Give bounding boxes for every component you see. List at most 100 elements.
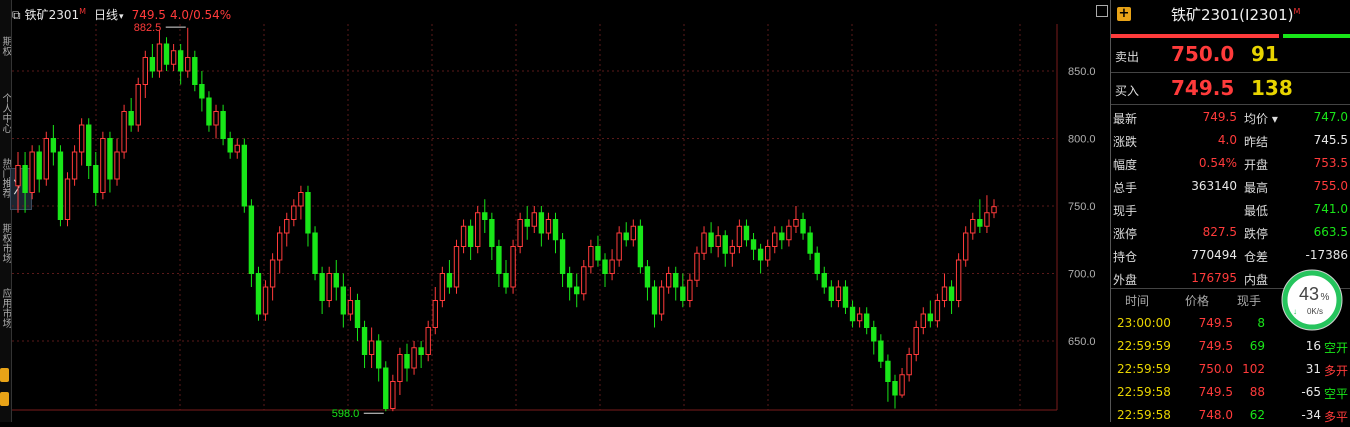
candle-body[interactable] bbox=[970, 219, 976, 234]
maximize-icon[interactable] bbox=[1096, 5, 1108, 17]
candle-body[interactable] bbox=[566, 273, 573, 288]
candle-body[interactable] bbox=[100, 138, 106, 193]
candle-body[interactable] bbox=[163, 43, 170, 65]
candle-body[interactable] bbox=[475, 212, 481, 247]
candle-body[interactable] bbox=[319, 273, 325, 301]
candle-body[interactable] bbox=[722, 235, 728, 254]
add-favorite-icon[interactable]: + bbox=[1117, 7, 1131, 21]
candle-body[interactable] bbox=[206, 97, 212, 126]
candle-body[interactable] bbox=[517, 219, 523, 247]
candle-body[interactable] bbox=[227, 138, 233, 153]
candle-body[interactable] bbox=[298, 192, 304, 207]
candle-body[interactable] bbox=[192, 57, 198, 85]
kline-chart[interactable]: 850.0 800.0 750.0 700.0 650.0 882.5 598.0 ⧉ 铁矿2… bbox=[12, 0, 1110, 422]
candle-body[interactable] bbox=[701, 232, 707, 254]
candle-body[interactable] bbox=[658, 286, 665, 315]
candle-body[interactable] bbox=[630, 225, 636, 241]
candle-body[interactable] bbox=[602, 259, 608, 274]
candle-body[interactable] bbox=[397, 354, 403, 382]
candle-body[interactable] bbox=[757, 248, 764, 261]
candle-body[interactable] bbox=[312, 232, 318, 274]
candle-body[interactable] bbox=[185, 57, 191, 72]
candle-body[interactable] bbox=[376, 340, 382, 369]
candle-body[interactable] bbox=[736, 225, 743, 247]
candle-body[interactable] bbox=[849, 306, 856, 322]
window-icon[interactable]: ⧉ bbox=[12, 8, 21, 22]
candle-body[interactable] bbox=[496, 246, 502, 274]
candle-body[interactable] bbox=[234, 144, 240, 153]
candle-body[interactable] bbox=[489, 219, 495, 247]
candle-body[interactable] bbox=[552, 219, 559, 241]
candle-body[interactable] bbox=[50, 138, 57, 153]
candle-body[interactable] bbox=[991, 206, 997, 214]
candle-body[interactable] bbox=[687, 279, 693, 301]
candle-body[interactable] bbox=[743, 225, 750, 241]
candle-body[interactable] bbox=[390, 381, 396, 409]
candle-body[interactable] bbox=[121, 111, 127, 153]
candle-body[interactable] bbox=[29, 151, 35, 193]
candle-body[interactable] bbox=[425, 327, 431, 355]
candle-body[interactable] bbox=[149, 57, 156, 72]
candle-body[interactable] bbox=[482, 212, 488, 220]
candle-body[interactable] bbox=[262, 286, 269, 315]
sidebar-tab-personal-center[interactable]: 个人中心 bbox=[0, 85, 11, 140]
candle-body[interactable] bbox=[793, 219, 799, 227]
candle-body[interactable] bbox=[680, 286, 686, 301]
candle-body[interactable] bbox=[779, 232, 785, 241]
candle-body[interactable] bbox=[460, 225, 467, 247]
ask-row[interactable]: 卖出 750.0 91 bbox=[1111, 42, 1350, 70]
candle-body[interactable] bbox=[418, 347, 424, 355]
tick-row[interactable]: 22:59:58 748.0 62 -34 多平 bbox=[1111, 404, 1350, 427]
candle-body[interactable] bbox=[333, 273, 339, 288]
candle-body[interactable] bbox=[673, 273, 679, 288]
candle-body[interactable] bbox=[984, 212, 990, 227]
period-dropdown[interactable]: 日线▾ bbox=[94, 8, 128, 22]
candle-body[interactable] bbox=[934, 300, 941, 322]
candle-body[interactable] bbox=[64, 178, 71, 220]
candle-body[interactable] bbox=[284, 219, 290, 234]
candle-body[interactable] bbox=[856, 313, 863, 322]
candle-body[interactable] bbox=[170, 50, 177, 65]
candle-body[interactable] bbox=[340, 286, 347, 315]
candle-body[interactable] bbox=[199, 84, 205, 99]
candle-body[interactable] bbox=[368, 340, 375, 355]
candle-body[interactable] bbox=[616, 232, 622, 261]
candle-body[interactable] bbox=[609, 259, 615, 274]
candle-body[interactable] bbox=[694, 252, 700, 281]
candle-body[interactable] bbox=[814, 252, 820, 274]
bid-row[interactable]: 买入 749.5 138 bbox=[1111, 76, 1350, 104]
candle-body[interactable] bbox=[821, 273, 827, 288]
candle-body[interactable] bbox=[574, 286, 580, 295]
candle-body[interactable] bbox=[715, 235, 721, 247]
candle-body[interactable] bbox=[71, 151, 78, 180]
candle-body[interactable] bbox=[86, 124, 92, 166]
candle-body[interactable] bbox=[107, 138, 113, 180]
candle-body[interactable] bbox=[411, 347, 417, 369]
candle-body[interactable] bbox=[581, 266, 587, 295]
candle-body[interactable] bbox=[453, 246, 460, 288]
candle-body[interactable] bbox=[78, 124, 85, 153]
candle-body[interactable] bbox=[644, 266, 651, 288]
candle-body[interactable] bbox=[276, 232, 283, 261]
candle-body[interactable] bbox=[588, 246, 594, 268]
candle-body[interactable] bbox=[835, 286, 842, 301]
candle-body[interactable] bbox=[15, 165, 21, 187]
candle-body[interactable] bbox=[439, 273, 446, 301]
candle-body[interactable] bbox=[559, 239, 566, 274]
candle-body[interactable] bbox=[36, 151, 42, 180]
candle-body[interactable] bbox=[885, 360, 891, 382]
candle-body[interactable] bbox=[255, 273, 262, 315]
candle-body[interactable] bbox=[220, 111, 226, 139]
sidebar-tab-app-market[interactable]: 应用市场 bbox=[0, 280, 11, 335]
candle-body[interactable] bbox=[404, 354, 410, 369]
candle-body[interactable] bbox=[446, 273, 453, 288]
candle-body[interactable] bbox=[291, 205, 297, 220]
candle-body[interactable] bbox=[432, 300, 438, 328]
candle-body[interactable] bbox=[729, 246, 736, 254]
candle-body[interactable] bbox=[906, 354, 912, 376]
tick-row[interactable]: 22:59:58 749.5 88 -65 空平 bbox=[1111, 381, 1350, 404]
candle-body[interactable] bbox=[842, 286, 849, 308]
candle-body[interactable] bbox=[213, 111, 219, 126]
orange-tab-icon[interactable] bbox=[0, 368, 9, 382]
candle-body[interactable] bbox=[913, 327, 919, 355]
